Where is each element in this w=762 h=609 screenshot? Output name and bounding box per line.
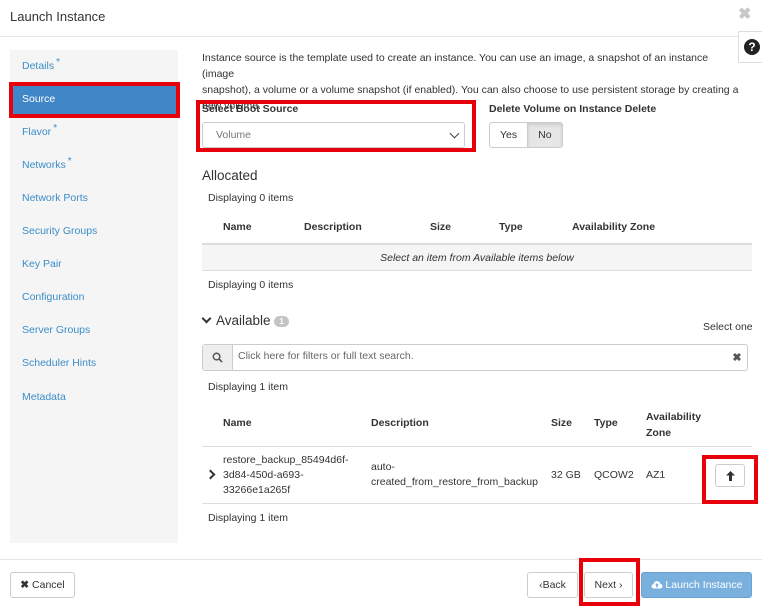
allocated-col-name[interactable]: Name [223, 221, 252, 233]
highlight-source-tab [9, 82, 180, 118]
chevron-right-icon[interactable] [205, 469, 216, 480]
sidebar-item-key-pair[interactable]: Key Pair [10, 248, 178, 281]
sidebar-item-security-groups[interactable]: Security Groups [10, 215, 178, 248]
close-icon: ✖ [20, 579, 30, 591]
sidebar-item-scheduler-hints[interactable]: Scheduler Hints [10, 347, 178, 380]
header-divider [0, 36, 738, 37]
allocated-col-type[interactable]: Type [499, 221, 523, 233]
sidebar-item-details[interactable]: Details * [10, 50, 178, 83]
allocated-col-description[interactable]: Description [304, 221, 362, 233]
row-zone: AZ1 [646, 469, 666, 481]
available-col-type[interactable]: Type [594, 417, 618, 429]
sidebar-item-network-ports[interactable]: Network Ports [10, 182, 178, 215]
sidebar-item-networks[interactable]: Networks * [10, 149, 178, 182]
required-marker: * [56, 57, 61, 68]
allocated-col-zone[interactable]: Availability Zone [572, 221, 655, 233]
wizard-sidebar: Details * Source Flavor * Networks * Networ… [10, 50, 178, 543]
cloud-upload-icon [651, 581, 663, 589]
available-col-name[interactable]: Name [223, 417, 252, 429]
allocated-empty-row: Select an item from Available items belo… [202, 243, 752, 271]
sidebar-item-server-groups[interactable]: Server Groups [10, 314, 178, 347]
delete-volume-label: Delete Volume on Instance Delete [489, 103, 657, 115]
available-col-size[interactable]: Size [551, 417, 572, 429]
allocated-footer-count: Displaying 0 items [208, 279, 294, 291]
available-footer-count: Displaying 1 item [208, 512, 288, 524]
sidebar-item-metadata[interactable]: Metadata [10, 381, 178, 414]
delete-volume-toggle: Yes No [489, 122, 563, 148]
filter-search-bar: Click here for filters or full text sear… [202, 344, 748, 371]
close-icon[interactable]: ✖ [738, 4, 751, 24]
available-col-description[interactable]: Description [371, 417, 429, 429]
filter-search-input[interactable]: Click here for filters or full text sear… [233, 345, 727, 370]
row-size: 32 GB [551, 469, 581, 481]
required-marker: * [67, 156, 72, 167]
sidebar-item-configuration[interactable]: Configuration [10, 281, 178, 314]
delete-volume-no-button[interactable]: No [527, 123, 562, 147]
footer-divider [0, 559, 762, 560]
chevron-down-icon [201, 313, 212, 324]
sidebar-item-flavor[interactable]: Flavor * [10, 116, 178, 149]
help-icon: ? [744, 39, 760, 55]
back-button[interactable]: ‹Back [527, 572, 578, 598]
highlight-boot-source [196, 100, 476, 152]
allocated-title: Allocated [202, 168, 258, 183]
row-description: auto- created_from_restore_from_backup [371, 461, 538, 488]
available-title: Available [216, 313, 271, 328]
highlight-allocate-button [702, 455, 758, 504]
allocated-col-size[interactable]: Size [430, 221, 451, 233]
available-col-zone[interactable]: Availability Zone [646, 409, 701, 441]
available-toggle[interactable]: Available 1 [201, 313, 289, 328]
cancel-button[interactable]: ✖ Cancel [10, 572, 75, 598]
row-name: restore_backup_85494d6f- 3d84-450d-a693-… [223, 454, 349, 496]
search-icon [203, 345, 233, 370]
modal-title: Launch Instance [10, 9, 106, 24]
launch-instance-button[interactable]: Launch Instance [641, 572, 752, 598]
required-marker: * [53, 123, 58, 134]
delete-volume-yes-button[interactable]: Yes [490, 123, 527, 147]
row-type: QCOW2 [594, 469, 634, 481]
available-count-badge: 1 [274, 316, 289, 327]
clear-search-icon[interactable]: ✖ [727, 345, 747, 370]
highlight-next-button [579, 558, 640, 606]
available-count: Displaying 1 item [208, 381, 288, 393]
select-one-hint: Select one [703, 321, 753, 333]
allocated-count: Displaying 0 items [208, 192, 294, 204]
